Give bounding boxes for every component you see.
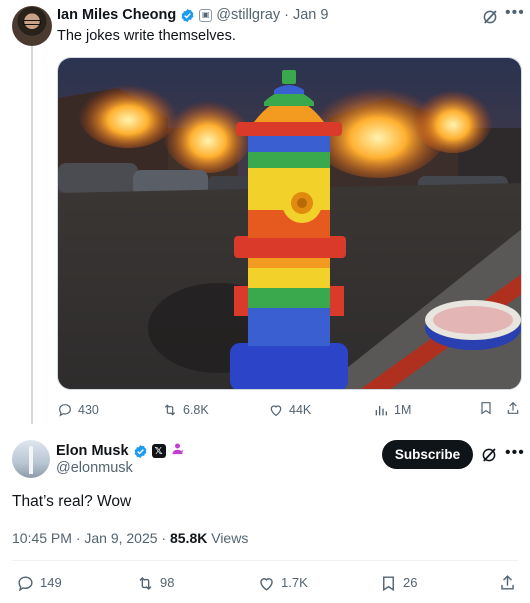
author-handle[interactable]: @elonmusk [56,459,133,477]
tweet-text: The jokes write themselves. [57,28,236,44]
bookmark-icon [481,402,491,415]
avatar[interactable] [12,6,52,46]
grok-icon[interactable] [480,446,498,464]
repost-icon [164,404,176,416]
verified-badge-icon[interactable] [133,444,148,459]
views-count: 85.8K [169,530,208,546]
tweet-header: Ian Miles Cheong ▣ @stillgray · Jan 9 [57,6,328,24]
reply-icon [18,575,33,591]
tweet-text: That’s real? Wow [12,493,132,510]
share-button[interactable] [505,400,521,416]
views-label: Views [207,530,249,546]
repost-icon [139,576,152,590]
repost-button[interactable]: 6.8K [162,400,209,420]
avatar[interactable] [12,440,50,478]
like-button[interactable]: 1.7K [257,573,308,593]
main-action-bar: 149 98 1.7K 26 [12,573,518,593]
bookmark-count: 26 [403,575,418,590]
share-icon [507,401,519,414]
like-count: 44K [289,403,312,417]
affiliate-badge-icon[interactable]: ▣ [199,8,213,22]
analytics-icon [375,406,387,416]
share-icon [501,575,514,590]
thread-connector-line [31,46,33,424]
heart-icon [270,405,282,417]
bookmark-button[interactable]: 26 [379,573,417,593]
tweet-header: Elon Musk 𝕏 [56,441,185,461]
reply-icon [59,404,71,417]
repost-button[interactable]: 98 [136,573,174,593]
author-name[interactable]: Ian Miles Cheong [57,6,176,24]
like-count: 1.7K [281,575,308,590]
grok-icon[interactable] [481,8,499,26]
author-name[interactable]: Elon Musk [56,442,129,460]
reply-count: 430 [78,403,99,417]
views-button[interactable]: 1M [373,400,411,420]
bookmark-button[interactable] [478,400,494,416]
divider [12,560,518,561]
like-button[interactable]: 44K [268,400,311,420]
reply-button[interactable]: 149 [16,573,62,593]
separator-dot: · [284,7,289,23]
tweet-timestamp[interactable]: 10:45 PM · Jan 9, 2025 · [12,530,170,546]
tweet-image[interactable] [57,57,522,390]
views-count: 1M [394,403,412,417]
repost-count: 6.8K [183,403,209,417]
repost-count: 98 [160,575,175,590]
tweet-date[interactable]: Jan 9 [293,6,328,24]
reply-count: 149 [40,575,62,590]
author-handle[interactable]: @stillgray [216,6,280,24]
heart-icon [260,577,273,591]
share-button[interactable] [498,573,517,592]
verified-badge-icon[interactable] [180,8,195,23]
x-logo-icon[interactable]: 𝕏 [151,444,166,458]
more-icon[interactable]: ••• [505,444,525,462]
government-affiliate-icon[interactable] [170,441,185,461]
more-icon[interactable]: ••• [505,4,525,22]
subscribe-button[interactable]: Subscribe [382,440,473,469]
reply-button[interactable]: 430 [57,400,99,420]
tweet-metadata: 10:45 PM · Jan 9, 2025 · 85.8K Views [12,529,248,547]
parent-action-bar: 430 6.8K 44K 1M [57,400,522,420]
bookmark-icon [383,575,394,591]
